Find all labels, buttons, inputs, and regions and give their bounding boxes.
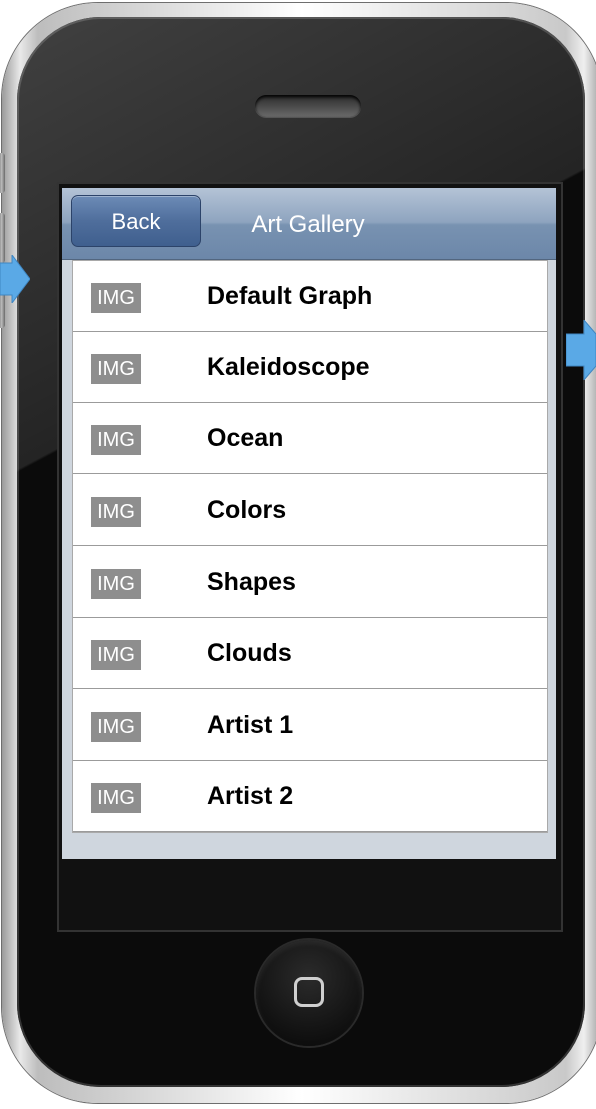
list-item-label: Colors	[207, 496, 287, 524]
list-item[interactable]: IMG Colors	[73, 475, 547, 546]
list-item[interactable]: IMG Ocean	[73, 403, 547, 474]
image-placeholder-icon: IMG	[91, 354, 141, 384]
list-item[interactable]: IMG Default Graph	[73, 261, 547, 332]
navigation-bar: Back Art Gallery	[62, 188, 556, 260]
image-placeholder-icon: IMG	[91, 712, 141, 742]
flow-arrow-icon	[0, 255, 30, 303]
list-item[interactable]: IMG Clouds	[73, 618, 547, 689]
home-button-icon	[294, 977, 324, 1007]
app-screen: Back Art Gallery IMG Default Graph IMG K…	[62, 188, 556, 859]
flow-arrow-icon	[566, 320, 596, 380]
list-item-label: Artist 1	[207, 711, 294, 739]
image-placeholder-icon: IMG	[91, 640, 141, 670]
home-button[interactable]	[256, 940, 362, 1046]
list-item-label: Artist 2	[207, 782, 294, 810]
silent-switch	[0, 153, 5, 193]
list-item[interactable]: IMG Artist 1	[73, 690, 547, 761]
list-item-label: Default Graph	[207, 282, 373, 310]
list-item[interactable]: IMG Shapes	[73, 547, 547, 618]
gallery-list: IMG Default Graph IMG Kaleidoscope IMG O…	[72, 260, 548, 833]
list-item-label: Ocean	[207, 424, 284, 452]
list-item-label: Kaleidoscope	[207, 353, 370, 381]
image-placeholder-icon: IMG	[91, 425, 141, 455]
image-placeholder-icon: IMG	[91, 783, 141, 813]
image-placeholder-icon: IMG	[91, 569, 141, 599]
list-item-label: Clouds	[207, 639, 292, 667]
list-item-label: Shapes	[207, 568, 296, 596]
speaker-grille	[255, 95, 361, 117]
back-button[interactable]: Back	[71, 195, 201, 247]
image-placeholder-icon: IMG	[91, 283, 141, 313]
list-item[interactable]: IMG Kaleidoscope	[73, 332, 547, 403]
image-placeholder-icon: IMG	[91, 497, 141, 527]
list-item[interactable]: IMG Artist 2	[73, 761, 547, 832]
nav-title: Art Gallery	[251, 211, 365, 238]
